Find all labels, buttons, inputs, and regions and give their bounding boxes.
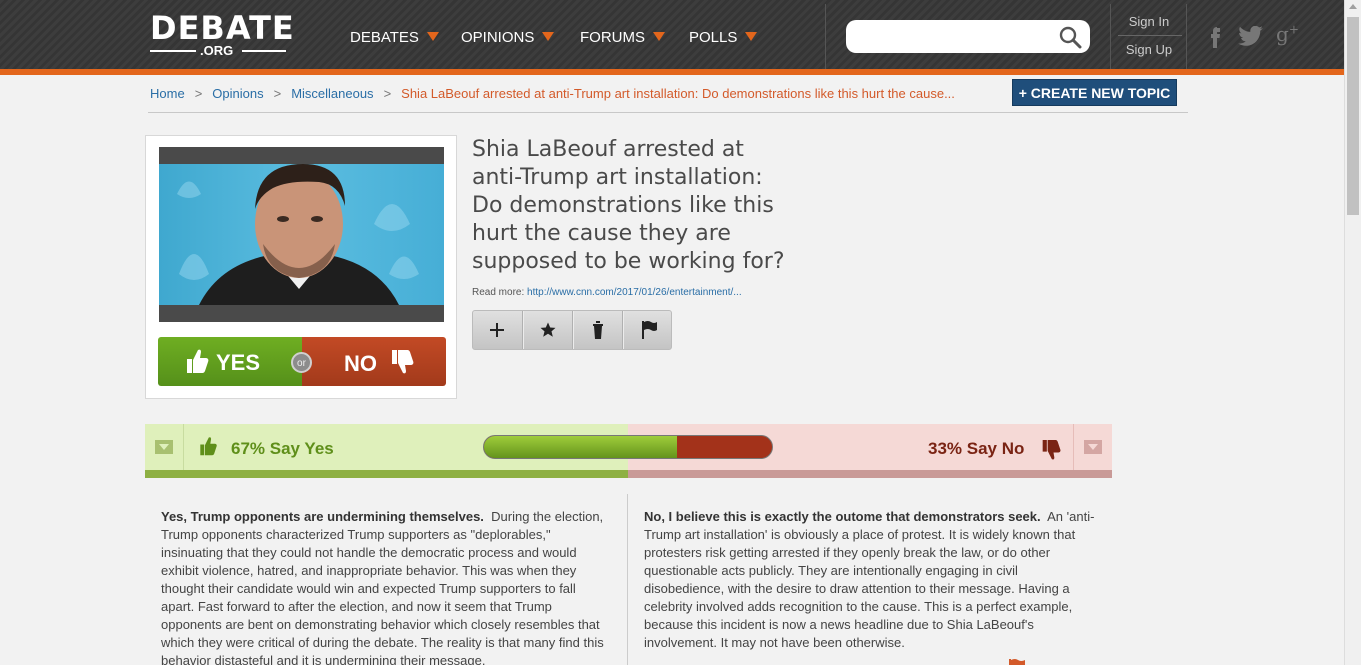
vote-no-label: NO: [344, 351, 377, 376]
poll-progress-fill: [484, 436, 677, 458]
logo-text: DEBATE: [150, 9, 295, 47]
breadcrumb-category[interactable]: Miscellaneous: [291, 86, 373, 101]
google-plus-icon[interactable]: g+: [1276, 22, 1299, 46]
site-logo[interactable]: DEBATE .ORG: [150, 9, 295, 62]
podium-button[interactable]: [573, 311, 623, 349]
poll-no-underline: [628, 470, 1112, 478]
chevron-down-icon: [155, 440, 173, 454]
breadcrumb: Home > Opinions > Miscellaneous > Shia LaBeouf…: [150, 86, 965, 102]
create-new-topic-button[interactable]: + CREATE NEW TOPIC: [1012, 79, 1177, 106]
header-divider: [825, 4, 826, 69]
topic-photo[interactable]: [159, 147, 444, 322]
no-dropdown-toggle[interactable]: [1073, 424, 1112, 470]
poll-yes-underline: [145, 470, 628, 478]
podium-icon: [593, 321, 603, 339]
breadcrumb-separator: >: [194, 86, 203, 101]
nav-opinions[interactable]: OPINIONS: [461, 29, 555, 47]
nav-polls-label: POLLS: [689, 29, 738, 46]
flag-icon[interactable]: [1008, 659, 1026, 665]
facebook-icon[interactable]: [1208, 24, 1222, 48]
argument-no-body: An 'anti-Trump art installation' is obvi…: [644, 509, 1095, 650]
twitter-icon[interactable]: [1238, 26, 1264, 46]
nav-polls[interactable]: POLLS: [689, 29, 758, 47]
argument-yes: Yes, Trump opponents are undermining the…: [161, 508, 611, 665]
topic-photo-image: [159, 164, 444, 305]
poll-progress-bar: [483, 435, 773, 459]
nav-debates-label: DEBATES: [350, 29, 419, 46]
page-scrollbar[interactable]: [1344, 0, 1361, 665]
topic-action-bar: [472, 310, 672, 350]
breadcrumb-separator: >: [383, 86, 392, 101]
read-more-link[interactable]: http://www.cnn.com/2017/01/26/entertainm…: [527, 287, 742, 298]
search-icon[interactable]: [1058, 25, 1082, 49]
breadcrumb-home[interactable]: Home: [150, 86, 185, 101]
chevron-down-icon: [542, 32, 555, 41]
poll-no-percentage: 33% Say No: [928, 439, 1025, 458]
nav-forums-label: FORUMS: [580, 29, 645, 46]
header-accent-bar: [0, 69, 1344, 75]
scrollbar-thumb[interactable]: [1347, 17, 1359, 215]
logo-line-right: [242, 50, 286, 52]
breadcrumb-opinions[interactable]: Opinions: [212, 86, 263, 101]
read-more: Read more: http://www.cnn.com/2017/01/26…: [472, 287, 742, 298]
flag-icon: [642, 321, 657, 339]
breadcrumb-separator: >: [273, 86, 282, 101]
header-divider: [1186, 4, 1187, 69]
yes-dropdown-toggle[interactable]: [145, 424, 184, 470]
auth-divider: [1118, 35, 1182, 36]
chevron-down-icon: [653, 32, 665, 41]
flag-button[interactable]: [623, 311, 673, 349]
vote-yes-label: YES: [216, 350, 261, 375]
topic-title: Shia LaBeouf arrested at anti-Trump art …: [472, 137, 785, 274]
star-icon: [540, 322, 556, 337]
thumbs-up-icon: [200, 437, 217, 456]
poll-yes-percentage: 67% Say Yes: [231, 439, 334, 458]
argument-yes-headline: Yes, Trump opponents are undermining the…: [161, 509, 484, 524]
vote-or-badge: or: [291, 352, 312, 373]
scroll-up-arrow-icon[interactable]: [1349, 4, 1357, 9]
sign-up-link[interactable]: Sign Up: [1118, 42, 1180, 57]
breadcrumb-current: Shia LaBeouf arrested at anti-Trump art …: [401, 86, 955, 101]
nav-opinions-label: OPINIONS: [461, 29, 535, 46]
favorite-button[interactable]: [523, 311, 573, 349]
argument-no: No, I believe this is exactly the outome…: [644, 508, 1098, 652]
search-input[interactable]: [846, 20, 1090, 53]
chevron-down-icon: [745, 32, 758, 41]
thumbs-up-icon: [187, 349, 209, 373]
chevron-down-icon: [1084, 440, 1102, 454]
nav-debates[interactable]: DEBATES: [350, 29, 439, 47]
nav-forums[interactable]: FORUMS: [580, 29, 665, 47]
arguments-divider: [627, 494, 628, 665]
vote-no-button[interactable]: NO: [302, 337, 446, 386]
chevron-down-icon: [426, 32, 439, 41]
person-portrait-illustration: [177, 164, 419, 305]
thumbs-down-icon: [1042, 440, 1061, 460]
read-more-label: Read more:: [472, 287, 525, 298]
thumbs-down-icon: [392, 350, 414, 374]
argument-yes-body: During the election, Trump opponents cha…: [161, 509, 604, 665]
sign-in-link[interactable]: Sign In: [1118, 14, 1180, 29]
breadcrumb-divider: [148, 112, 1188, 113]
header-divider: [1110, 4, 1111, 69]
logo-line-left: [150, 50, 196, 52]
vote-yes-button[interactable]: YES: [158, 337, 302, 386]
add-button[interactable]: [473, 311, 523, 349]
plus-icon: [490, 323, 504, 337]
argument-no-headline: No, I believe this is exactly the outome…: [644, 509, 1041, 524]
